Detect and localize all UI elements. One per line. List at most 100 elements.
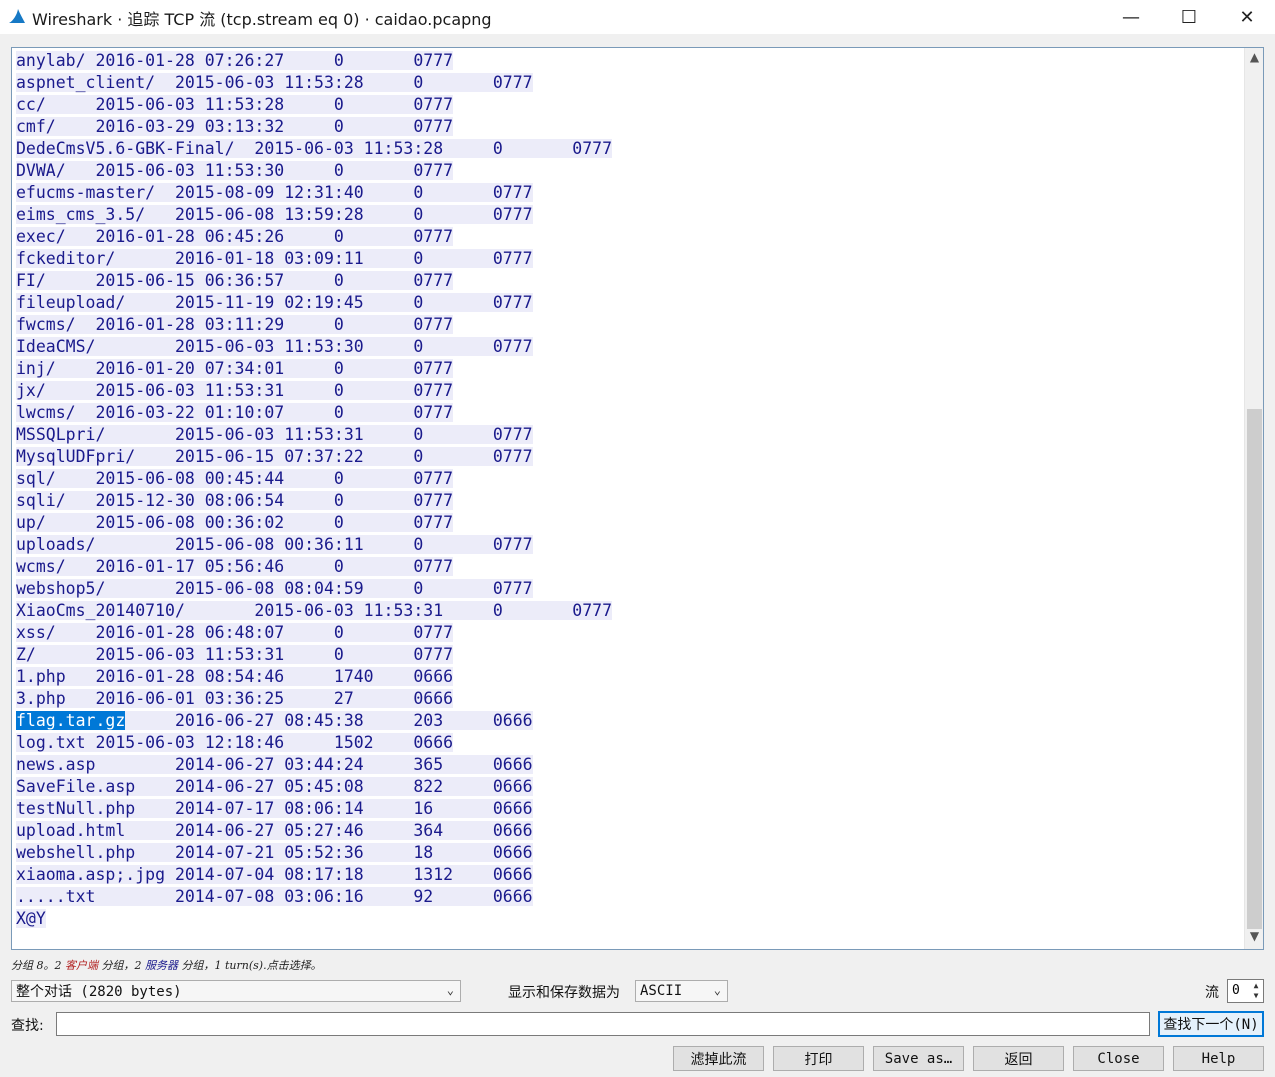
stream-line[interactable]: testNull.php 2014-07-17 08:06:14 16 0666 — [16, 798, 612, 820]
scroll-up-icon[interactable]: ▲ — [1247, 50, 1262, 68]
wireshark-fin-icon — [9, 9, 25, 23]
scroll-down-icon[interactable]: ▼ — [1247, 929, 1262, 947]
stream-line[interactable]: exec/ 2016-01-28 06:45:26 0 0777 — [16, 226, 612, 248]
client-data: FI/ 2015-06-15 06:36:57 0 0777 — [16, 271, 454, 290]
spin-up-icon[interactable]: ▲ — [1250, 981, 1262, 991]
client-data: inj/ 2016-01-20 07:34:01 0 0777 — [16, 359, 454, 378]
chevron-down-icon: ⌄ — [446, 983, 454, 997]
stream-line[interactable]: upload.html 2014-06-27 05:27:46 364 0666 — [16, 820, 612, 842]
stream-line[interactable]: webshell.php 2014-07-21 05:52:36 18 0666 — [16, 842, 612, 864]
client-data: wcms/ 2016-01-17 05:56:46 0 0777 — [16, 557, 454, 576]
stream-text[interactable]: anylab/ 2016-01-28 07:26:27 0 0777 aspnet… — [16, 50, 613, 930]
find-label: 查找: — [11, 1018, 44, 1034]
vertical-scrollbar[interactable]: ▲ ▼ — [1244, 48, 1263, 949]
stream-line[interactable]: cc/ 2015-06-03 11:53:28 0 0777 — [16, 94, 612, 116]
client-data: sql/ 2015-06-08 00:45:44 0 0777 — [16, 469, 454, 488]
stream-line[interactable]: 3.php 2016-06-01 03:36:25 27 0666 — [16, 688, 612, 710]
packet-status-line: 分组 8。2 客户端 分组，2 服务器 分组，1 turn(s).点击选择。 — [11, 957, 322, 973]
stream-line[interactable]: aspnet_client/ 2015-06-03 11:53:28 0 077… — [16, 72, 612, 94]
stream-line[interactable]: wcms/ 2016-01-17 05:56:46 0 0777 — [16, 556, 612, 578]
client-data: fckeditor/ 2016-01-18 03:09:11 0 0777 — [16, 249, 533, 268]
print-button[interactable]: 打印 — [773, 1046, 864, 1071]
client-data: DVWA/ 2015-06-03 11:53:30 0 0777 — [16, 161, 454, 180]
stream-line[interactable]: up/ 2015-06-08 00:36:02 0 0777 — [16, 512, 612, 534]
stream-line[interactable]: FI/ 2015-06-15 06:36:57 0 0777 — [16, 270, 612, 292]
minimize-button[interactable]: — — [1102, 0, 1160, 34]
client-data: webshop5/ 2015-06-08 08:04:59 0 0777 — [16, 579, 533, 598]
client-data: MysqlUDFpri/ 2015-06-15 07:37:22 0 0777 — [16, 447, 533, 466]
maximize-button[interactable]: ☐ — [1160, 0, 1218, 34]
stream-line[interactable]: webshop5/ 2015-06-08 08:04:59 0 0777 — [16, 578, 612, 600]
stream-line[interactable]: DedeCmsV5.6-GBK-Final/ 2015-06-03 11:53:… — [16, 138, 613, 160]
close-window-button[interactable]: ✕ — [1218, 0, 1275, 34]
stream-line[interactable]: SaveFile.asp 2014-06-27 05:45:08 822 066… — [16, 776, 612, 798]
format-value: ASCII — [640, 983, 683, 999]
stream-line[interactable]: MSSQLpri/ 2015-06-03 11:53:31 0 0777 — [16, 424, 612, 446]
stream-line[interactable]: inj/ 2016-01-20 07:34:01 0 0777 — [16, 358, 612, 380]
stream-line[interactable]: MysqlUDFpri/ 2015-06-15 07:37:22 0 0777 — [16, 446, 612, 468]
stream-line[interactable]: log.txt 2015-06-03 12:18:46 1502 0666 — [16, 732, 612, 754]
status-server: 服务器 — [145, 959, 178, 972]
stream-line[interactable]: eims_cms_3.5/ 2015-06-08 13:59:28 0 0777 — [16, 204, 612, 226]
client-data: efucms-master/ 2015-08-09 12:31:40 0 077… — [16, 183, 533, 202]
client-data: SaveFile.asp 2014-06-27 05:45:08 822 066… — [16, 777, 533, 796]
spin-down-icon[interactable]: ▼ — [1250, 991, 1262, 1001]
client-data: up/ 2015-06-08 00:36:02 0 0777 — [16, 513, 454, 532]
client-data: testNull.php 2014-07-17 08:06:14 16 0666 — [16, 799, 533, 818]
stream-line[interactable]: fckeditor/ 2016-01-18 03:09:11 0 0777 — [16, 248, 612, 270]
filter-out-stream-button[interactable]: 滤掉此流 — [673, 1046, 764, 1071]
stream-line[interactable]: IdeaCMS/ 2015-06-03 11:53:30 0 0777 — [16, 336, 612, 358]
client-data: cc/ 2015-06-03 11:53:28 0 0777 — [16, 95, 454, 114]
status-prefix: 分组 8。2 — [11, 959, 65, 972]
stream-line[interactable]: .....txt 2014-07-08 03:06:16 92 0666 — [16, 886, 612, 908]
find-input[interactable] — [56, 1012, 1150, 1036]
client-data: aspnet_client/ 2015-06-03 11:53:28 0 077… — [16, 73, 533, 92]
stream-line[interactable]: XiaoCms_20140710/ 2015-06-03 11:53:31 0 … — [16, 600, 613, 622]
status-client: 客户端 — [65, 959, 98, 972]
client-data: news.asp 2014-06-27 03:44:24 365 0666 — [16, 755, 533, 774]
stream-line[interactable]: sqli/ 2015-12-30 08:06:54 0 0777 — [16, 490, 612, 512]
stream-line[interactable]: uploads/ 2015-06-08 00:36:11 0 0777 — [16, 534, 612, 556]
save-as-button[interactable]: Save as… — [873, 1046, 964, 1071]
close-button[interactable]: Close — [1073, 1046, 1164, 1071]
conversation-select[interactable]: 整个对话 (2820 bytes) ⌄ — [11, 980, 461, 1002]
client-data: exec/ 2016-01-28 06:45:26 0 0777 — [16, 227, 454, 246]
stream-line[interactable]: sql/ 2015-06-08 00:45:44 0 0777 — [16, 468, 612, 490]
stream-line[interactable]: flag.tar.gz 2016-06-27 08:45:38 203 0666 — [16, 710, 612, 732]
client-data: 3.php 2016-06-01 03:36:25 27 0666 — [16, 689, 454, 708]
stream-text-area[interactable]: anylab/ 2016-01-28 07:26:27 0 0777 aspnet… — [11, 47, 1264, 950]
help-button[interactable]: Help — [1173, 1046, 1264, 1071]
stream-line[interactable]: DVWA/ 2015-06-03 11:53:30 0 0777 — [16, 160, 612, 182]
stream-line[interactable]: efucms-master/ 2015-08-09 12:31:40 0 077… — [16, 182, 612, 204]
stream-line[interactable]: Z/ 2015-06-03 11:53:31 0 0777 — [16, 644, 612, 666]
stream-line[interactable]: xss/ 2016-01-28 06:48:07 0 0777 — [16, 622, 612, 644]
back-button[interactable]: 返回 — [973, 1046, 1064, 1071]
stream-line[interactable]: fwcms/ 2016-01-28 03:11:29 0 0777 — [16, 314, 612, 336]
find-next-button[interactable]: 查找下一个(N) — [1158, 1011, 1264, 1037]
stream-line[interactable]: cmf/ 2016-03-29 03:13:32 0 0777 — [16, 116, 612, 138]
stream-line[interactable]: lwcms/ 2016-03-22 01:10:07 0 0777 — [16, 402, 612, 424]
format-select[interactable]: ASCII ⌄ — [635, 980, 728, 1002]
status-middle: 分组，2 — [98, 959, 145, 972]
scrollbar-thumb[interactable] — [1247, 409, 1262, 929]
client-data: eims_cms_3.5/ 2015-06-08 13:59:28 0 0777 — [16, 205, 533, 224]
stream-number-spinbox[interactable]: 0 ▲ ▼ — [1227, 979, 1264, 1003]
client-data: anylab/ 2016-01-28 07:26:27 0 0777 — [16, 51, 454, 70]
stream-line[interactable]: jx/ 2015-06-03 11:53:31 0 0777 — [16, 380, 612, 402]
window-title: Wireshark · 追踪 TCP 流 (tcp.stream eq 0) ·… — [32, 10, 492, 29]
client-data: xiaoma.asp;.jpg 2014-07-04 08:17:18 1312… — [16, 865, 533, 884]
client-data: MSSQLpri/ 2015-06-03 11:53:31 0 0777 — [16, 425, 533, 444]
stream-line[interactable]: 1.php 2016-01-28 08:54:46 1740 0666 — [16, 666, 612, 688]
client-data: .....txt 2014-07-08 03:06:16 92 0666 — [16, 887, 533, 906]
client-data: jx/ 2015-06-03 11:53:31 0 0777 — [16, 381, 454, 400]
client-data: upload.html 2014-06-27 05:27:46 364 0666 — [16, 821, 533, 840]
stream-line[interactable]: anylab/ 2016-01-28 07:26:27 0 0777 — [16, 50, 612, 72]
stream-line[interactable]: news.asp 2014-06-27 03:44:24 365 0666 — [16, 754, 612, 776]
client-data: 2016-06-27 08:45:38 203 0666 — [125, 711, 533, 730]
stream-line[interactable]: fileupload/ 2015-11-19 02:19:45 0 0777 — [16, 292, 612, 314]
stream-line[interactable]: X@Y — [16, 908, 612, 930]
client-data: cmf/ 2016-03-29 03:13:32 0 0777 — [16, 117, 454, 136]
format-label: 显示和保存数据为 — [508, 985, 620, 1001]
client-data: webshell.php 2014-07-21 05:52:36 18 0666 — [16, 843, 533, 862]
stream-line[interactable]: xiaoma.asp;.jpg 2014-07-04 08:17:18 1312… — [16, 864, 612, 886]
